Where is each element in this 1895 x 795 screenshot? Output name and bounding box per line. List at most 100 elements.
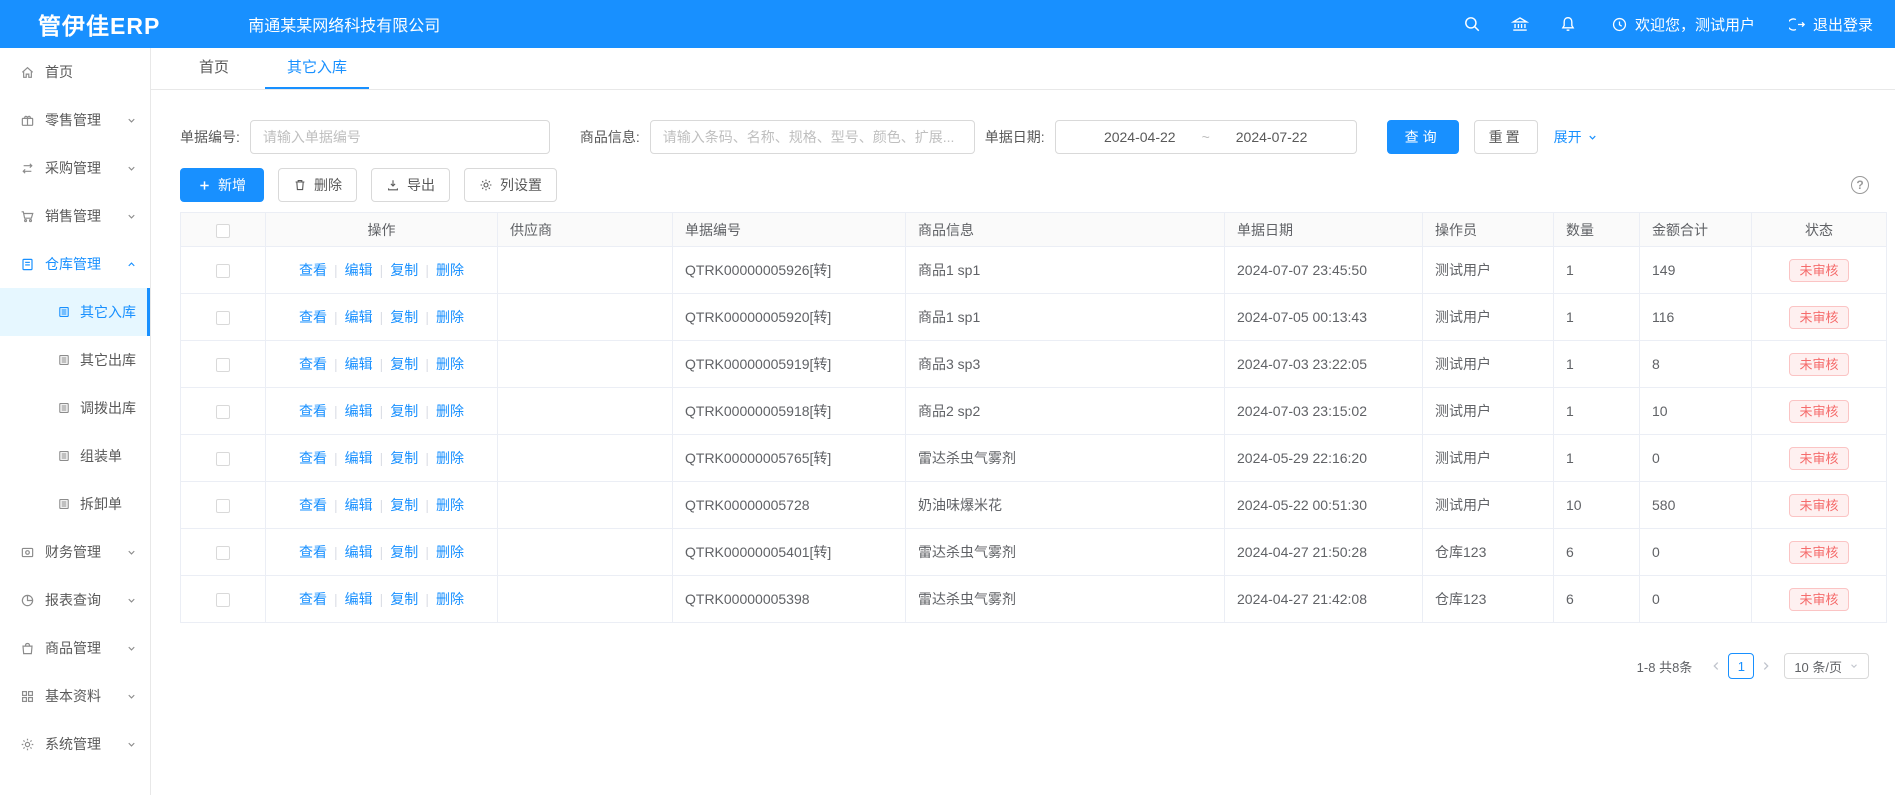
page-number-button[interactable]: 1: [1728, 653, 1754, 679]
row-checkbox[interactable]: [216, 311, 230, 325]
edit-link[interactable]: 编辑: [345, 356, 373, 372]
prev-page-icon[interactable]: [1710, 660, 1722, 672]
row-checkbox[interactable]: [216, 405, 230, 419]
view-link[interactable]: 查看: [299, 544, 327, 560]
copy-link[interactable]: 复制: [390, 544, 418, 560]
row-checkbox[interactable]: [216, 358, 230, 372]
date-separator: ~: [1202, 129, 1210, 145]
help-icon[interactable]: ?: [1851, 176, 1869, 194]
document-icon: [57, 401, 72, 416]
view-link[interactable]: 查看: [299, 591, 327, 607]
chevron-down-icon: [126, 691, 137, 702]
divider: |: [425, 544, 429, 560]
cell-operator: 仓库123: [1423, 529, 1554, 576]
view-link[interactable]: 查看: [299, 403, 327, 419]
copy-link[interactable]: 复制: [390, 497, 418, 513]
next-page-icon[interactable]: [1760, 660, 1772, 672]
top-header: 管伊佳ERP 南通某某网络科技有限公司 欢迎您，测试用户 退出登录: [0, 0, 1895, 48]
sidebar-item-system-management[interactable]: 系统管理: [0, 720, 150, 768]
sidebar-item-report-query[interactable]: 报表查询: [0, 576, 150, 624]
sidebar-item-warehouse-management[interactable]: 仓库管理: [0, 240, 150, 288]
date-end-value[interactable]: 2024-07-22: [1236, 129, 1308, 145]
search-button[interactable]: 查询: [1387, 120, 1459, 154]
col-header-date: 单据日期: [1225, 213, 1423, 247]
search-icon[interactable]: [1463, 15, 1481, 33]
sidebar-item-home[interactable]: 首页: [0, 48, 150, 96]
system-icon: [20, 737, 35, 752]
copy-link[interactable]: 复制: [390, 591, 418, 607]
divider: |: [334, 450, 338, 466]
sidebar-item-assembly-order[interactable]: 组装单: [0, 432, 150, 480]
row-checkbox[interactable]: [216, 452, 230, 466]
date-range-picker[interactable]: 2024-04-22 ~ 2024-07-22: [1055, 120, 1357, 154]
product-info-input[interactable]: [650, 120, 975, 154]
copy-link[interactable]: 复制: [390, 403, 418, 419]
sidebar-item-disassembly-order[interactable]: 拆卸单: [0, 480, 150, 528]
status-badge: 未审核: [1789, 306, 1848, 329]
edit-link[interactable]: 编辑: [345, 450, 373, 466]
copy-link[interactable]: 复制: [390, 356, 418, 372]
cell-qty: 1: [1554, 435, 1640, 482]
tab-home[interactable]: 首页: [177, 47, 251, 89]
chevron-down-icon: [126, 211, 137, 222]
row-checkbox[interactable]: [216, 546, 230, 560]
export-button[interactable]: 导出: [371, 168, 450, 202]
sidebar-item-label: 其它出库: [80, 350, 136, 370]
delete-button[interactable]: 删除: [278, 168, 357, 202]
view-link[interactable]: 查看: [299, 356, 327, 372]
expand-link[interactable]: 展开: [1554, 127, 1598, 147]
row-checkbox[interactable]: [216, 264, 230, 278]
sidebar-item-other-outbound[interactable]: 其它出库: [0, 336, 150, 384]
select-all-checkbox[interactable]: [216, 224, 230, 238]
delete-link[interactable]: 删除: [436, 544, 464, 560]
bill-no-input[interactable]: [250, 120, 550, 154]
divider: |: [425, 356, 429, 372]
reset-button[interactable]: 重置: [1474, 120, 1538, 154]
sidebar-item-purchase-management[interactable]: 采购管理: [0, 144, 150, 192]
row-checkbox[interactable]: [216, 593, 230, 607]
tab-other-inbound[interactable]: 其它入库: [265, 47, 369, 89]
delete-link[interactable]: 删除: [436, 591, 464, 607]
sidebar-item-product-management[interactable]: 商品管理: [0, 624, 150, 672]
row-checkbox[interactable]: [216, 499, 230, 513]
edit-link[interactable]: 编辑: [345, 309, 373, 325]
delete-link[interactable]: 删除: [436, 403, 464, 419]
edit-link[interactable]: 编辑: [345, 262, 373, 278]
delete-link[interactable]: 删除: [436, 450, 464, 466]
delete-link[interactable]: 删除: [436, 356, 464, 372]
finance-icon: [20, 545, 35, 560]
sidebar-item-other-inbound[interactable]: 其它入库: [0, 288, 150, 336]
view-link[interactable]: 查看: [299, 450, 327, 466]
sidebar-item-basic-data[interactable]: 基本资料: [0, 672, 150, 720]
add-button[interactable]: 新增: [180, 168, 264, 202]
copy-link[interactable]: 复制: [390, 309, 418, 325]
column-settings-button[interactable]: 列设置: [464, 168, 557, 202]
copy-link[interactable]: 复制: [390, 262, 418, 278]
sidebar-item-sales-management[interactable]: 销售管理: [0, 192, 150, 240]
divider: |: [425, 497, 429, 513]
page-size-select[interactable]: 10 条/页: [1784, 653, 1869, 679]
view-link[interactable]: 查看: [299, 309, 327, 325]
delete-link[interactable]: 删除: [436, 262, 464, 278]
bank-icon[interactable]: [1511, 15, 1529, 33]
logout-button[interactable]: 退出登录: [1789, 14, 1873, 35]
edit-link[interactable]: 编辑: [345, 544, 373, 560]
table-row: 查看|编辑|复制|删除 QTRK00000005401[转] 雷达杀虫气雾剂 2…: [181, 529, 1887, 576]
welcome-user[interactable]: 欢迎您，测试用户: [1611, 14, 1755, 35]
cell-supplier: [498, 529, 673, 576]
date-start-value[interactable]: 2024-04-22: [1104, 129, 1176, 145]
bell-icon[interactable]: [1559, 15, 1577, 33]
edit-link[interactable]: 编辑: [345, 591, 373, 607]
view-link[interactable]: 查看: [299, 497, 327, 513]
divider: |: [425, 450, 429, 466]
delete-link[interactable]: 删除: [436, 497, 464, 513]
copy-link[interactable]: 复制: [390, 450, 418, 466]
sidebar-item-transfer-outbound[interactable]: 调拨出库: [0, 384, 150, 432]
edit-link[interactable]: 编辑: [345, 497, 373, 513]
divider: |: [425, 309, 429, 325]
delete-link[interactable]: 删除: [436, 309, 464, 325]
view-link[interactable]: 查看: [299, 262, 327, 278]
sidebar-item-retail-management[interactable]: 零售管理: [0, 96, 150, 144]
edit-link[interactable]: 编辑: [345, 403, 373, 419]
sidebar-item-finance-management[interactable]: 财务管理: [0, 528, 150, 576]
